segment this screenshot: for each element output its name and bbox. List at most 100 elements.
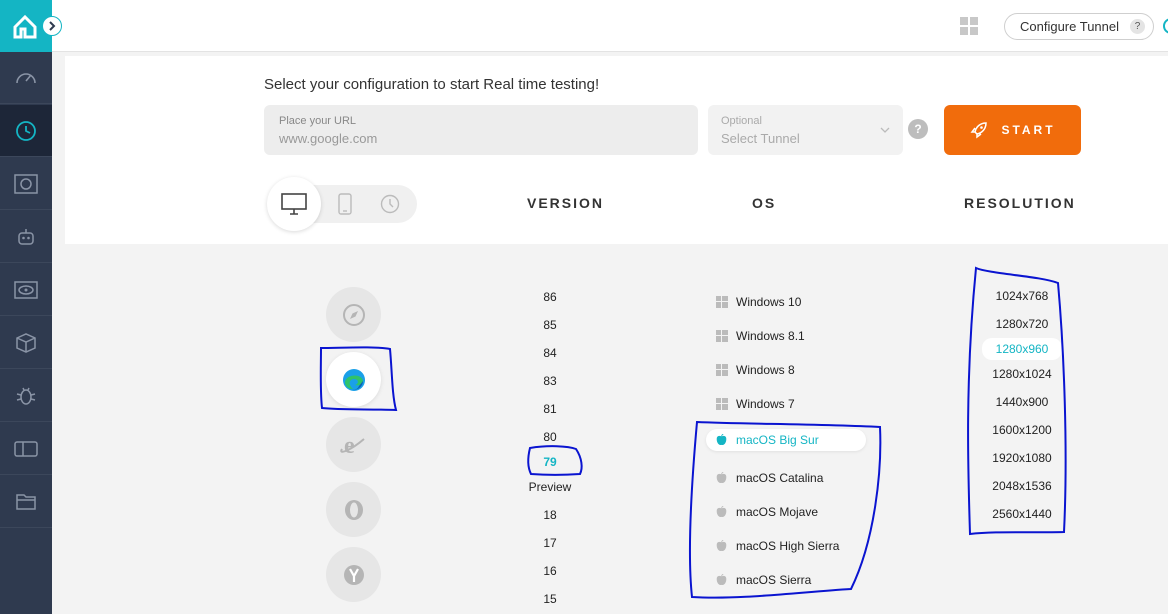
resolution-item[interactable]: 1280x1024 [982,367,1062,381]
mobile-icon[interactable] [337,193,353,215]
configure-tunnel-button[interactable]: Configure Tunnel ? [1004,13,1154,40]
windows-icon [716,398,736,410]
yandex-icon [343,564,364,585]
version-item[interactable]: Preview [520,480,580,494]
os-label: macOS Sierra [736,573,812,587]
version-item[interactable]: 16 [520,564,580,578]
sidebar-item-visual[interactable] [0,264,52,316]
sidebar-item-dashboard[interactable] [0,52,52,104]
url-input[interactable]: Place your URL www.google.com [264,105,698,155]
os-item[interactable]: macOS Sierra [716,569,811,591]
version-column-header: VERSION [527,195,605,211]
start-label: START [1001,123,1056,137]
os-item-selected[interactable]: macOS Big Sur [706,429,866,451]
browser-edge[interactable] [326,352,381,407]
windows-icon [716,330,736,342]
resolution-item[interactable]: 1920x1080 [982,451,1062,465]
start-button[interactable]: START [944,105,1081,155]
sidebar-item-app[interactable] [0,317,52,369]
os-item[interactable]: Windows 10 [716,291,801,313]
sidebar-item-responsive[interactable] [0,423,52,475]
sidebar [0,0,62,614]
version-item[interactable]: 83 [520,374,580,388]
resolution-item[interactable]: 1440x900 [982,395,1062,409]
sidebar-item-realtime[interactable] [0,105,52,157]
apple-icon [716,540,736,552]
os-column-header: OS [752,195,777,211]
opera-icon [344,499,363,520]
robot-icon [18,228,34,245]
os-label: macOS Catalina [736,471,824,485]
os-label: macOS Big Sur [736,433,819,447]
tunnel-help-icon[interactable]: ? [1130,19,1145,34]
windows-icon [716,364,736,376]
folder-icon [16,493,36,510]
tunnel-select[interactable]: Optional Select Tunnel [708,105,903,155]
os-label: macOS Mojave [736,505,819,519]
desktop-tab[interactable] [267,177,321,231]
tunnel-placeholder: Select Tunnel [721,131,800,146]
os-item[interactable]: macOS Catalina [716,467,823,489]
internet-explorer-icon: e [339,433,365,459]
desktop-icon [281,193,307,215]
top-header: Configure Tunnel ? [52,0,1168,52]
sidebar-item-automation[interactable] [0,211,52,263]
os-label: Windows 8.1 [736,329,805,343]
apple-icon [716,472,736,484]
box-icon [16,332,36,353]
version-item[interactable]: 17 [520,536,580,550]
version-item[interactable]: 84 [520,346,580,360]
sidebar-item-issues[interactable] [0,370,52,422]
version-item[interactable]: 18 [520,508,580,522]
resolution-item-selected[interactable]: 1280x960 [982,338,1062,360]
eye-icon [14,280,38,299]
screenshot-icon [14,173,38,194]
resolution-column-header: RESOLUTION [964,195,1076,211]
resolution-item[interactable]: 1600x1200 [982,423,1062,437]
os-item[interactable]: Windows 8 [716,359,795,381]
resolution-item[interactable]: 2048x1536 [982,479,1062,493]
resolution-item[interactable]: 2560x1440 [982,507,1062,521]
sidebar-item-files[interactable] [0,476,52,528]
tunnel-optional-label: Optional [721,115,762,127]
version-item[interactable]: 80 [520,430,580,444]
sidebar-item-screenshot[interactable] [0,158,52,210]
tunnel-help-icon[interactable]: ? [908,119,928,139]
user-avatar[interactable] [1163,18,1168,34]
apple-icon [716,574,736,586]
browser-opera[interactable] [326,482,381,537]
windows-icon [716,296,736,308]
config-panel: Select your configuration to start Real … [65,56,1168,244]
os-item[interactable]: Windows 7 [716,393,795,415]
safari-icon [342,303,365,326]
os-item[interactable]: macOS High Sierra [716,535,839,557]
resolution-item[interactable]: 1024x768 [982,289,1062,303]
version-item-selected[interactable]: 79 [520,455,580,469]
history-icon[interactable] [379,193,401,215]
page-headline: Select your configuration to start Real … [264,76,600,93]
url-label: Place your URL [279,115,357,127]
apple-icon [716,506,736,518]
clock-icon [16,120,36,141]
device-toggle [267,177,417,231]
apple-icon [716,434,736,446]
browser-yandex[interactable] [326,547,381,602]
url-placeholder: www.google.com [279,131,378,146]
os-label: macOS High Sierra [736,539,840,553]
bug-icon [16,387,36,405]
version-item[interactable]: 15 [520,592,580,606]
resolution-item[interactable]: 1280x720 [982,317,1062,331]
browser-safari[interactable] [326,287,381,342]
expand-sidebar-button[interactable] [42,16,62,36]
responsive-icon [14,440,38,457]
os-item[interactable]: Windows 8.1 [716,325,805,347]
configure-tunnel-label: Configure Tunnel [1020,19,1120,34]
os-item[interactable]: macOS Mojave [716,501,818,523]
version-item[interactable]: 85 [520,318,580,332]
os-label: Windows 8 [736,363,795,377]
version-item[interactable]: 81 [520,402,580,416]
apps-grid-icon[interactable] [960,17,978,35]
version-item[interactable]: 86 [520,290,580,304]
lambdatest-logo-icon [13,14,37,39]
browser-ie[interactable]: e [326,417,381,472]
